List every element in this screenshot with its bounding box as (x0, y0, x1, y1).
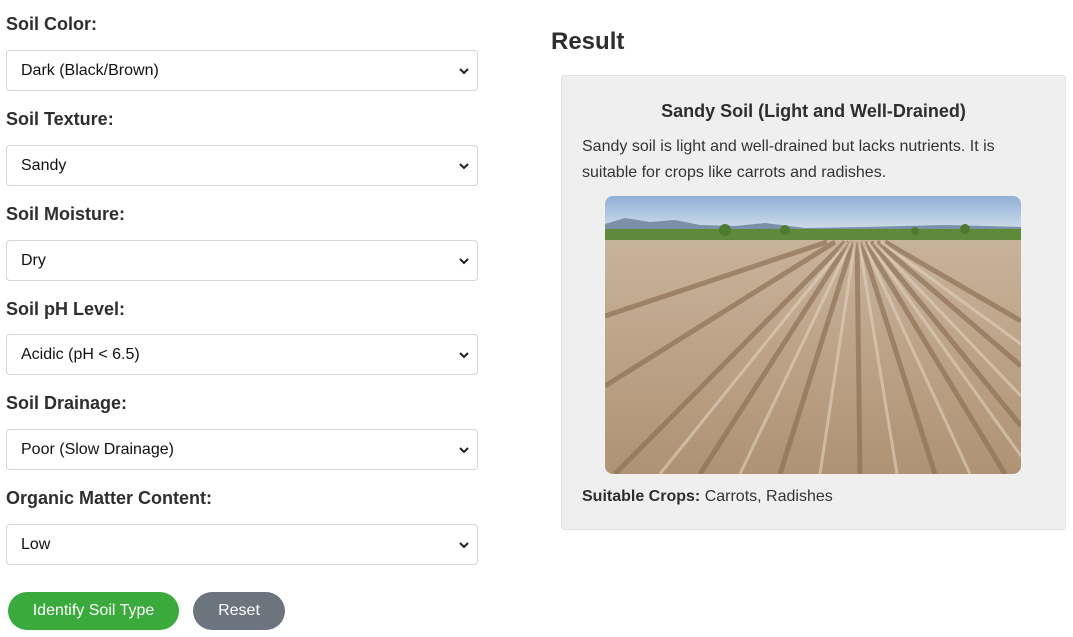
chevron-down-icon (459, 163, 469, 170)
soil-ph-select[interactable]: Acidic (pH < 6.5) (6, 334, 478, 375)
soil-texture-label: Soil Texture: (6, 109, 114, 129)
soil-color-value: Dark (Black/Brown) (21, 62, 159, 79)
soil-drainage-value: Poor (Slow Drainage) (21, 441, 174, 458)
soil-ph-label: Soil pH Level: (6, 299, 126, 319)
organic-matter-label: Organic Matter Content: (6, 488, 213, 508)
result-card: Sandy Soil (Light and Well-Drained) Sand… (561, 75, 1066, 530)
organic-matter-select[interactable]: Low (6, 524, 478, 565)
soil-moisture-label: Soil Moisture: (6, 204, 126, 224)
reset-button[interactable]: Reset (193, 592, 285, 630)
soil-drainage-select[interactable]: Poor (Slow Drainage) (6, 429, 478, 470)
sandy-field-photo (605, 196, 1021, 474)
soil-moisture-select[interactable]: Dry (6, 240, 478, 281)
soil-description: Sandy soil is light and well-drained but… (582, 138, 995, 181)
soil-drainage-label: Soil Drainage: (6, 393, 128, 413)
identify-soil-type-button[interactable]: Identify Soil Type (8, 592, 179, 630)
result-heading: Result (551, 28, 625, 55)
soil-color-select[interactable]: Dark (Black/Brown) (6, 50, 478, 91)
organic-matter-value: Low (21, 536, 51, 553)
suitable-crops-label: Suitable Crops: (582, 488, 701, 505)
chevron-down-icon (459, 68, 469, 75)
soil-texture-select[interactable]: Sandy (6, 145, 478, 186)
chevron-down-icon (459, 447, 469, 454)
chevron-down-icon (459, 542, 469, 549)
suitable-crops: Suitable Crops: Carrots, Radishes (582, 488, 833, 506)
soil-color-label: Soil Color: (6, 14, 97, 34)
chevron-down-icon (459, 352, 469, 359)
soil-moisture-value: Dry (21, 252, 46, 269)
suitable-crops-value: Carrots, Radishes (704, 488, 833, 505)
field-illustration (605, 196, 1021, 474)
soil-ph-value: Acidic (pH < 6.5) (21, 346, 140, 363)
soil-type-title: Sandy Soil (Light and Well-Drained) (661, 101, 966, 121)
chevron-down-icon (459, 258, 469, 265)
soil-texture-value: Sandy (21, 157, 67, 174)
